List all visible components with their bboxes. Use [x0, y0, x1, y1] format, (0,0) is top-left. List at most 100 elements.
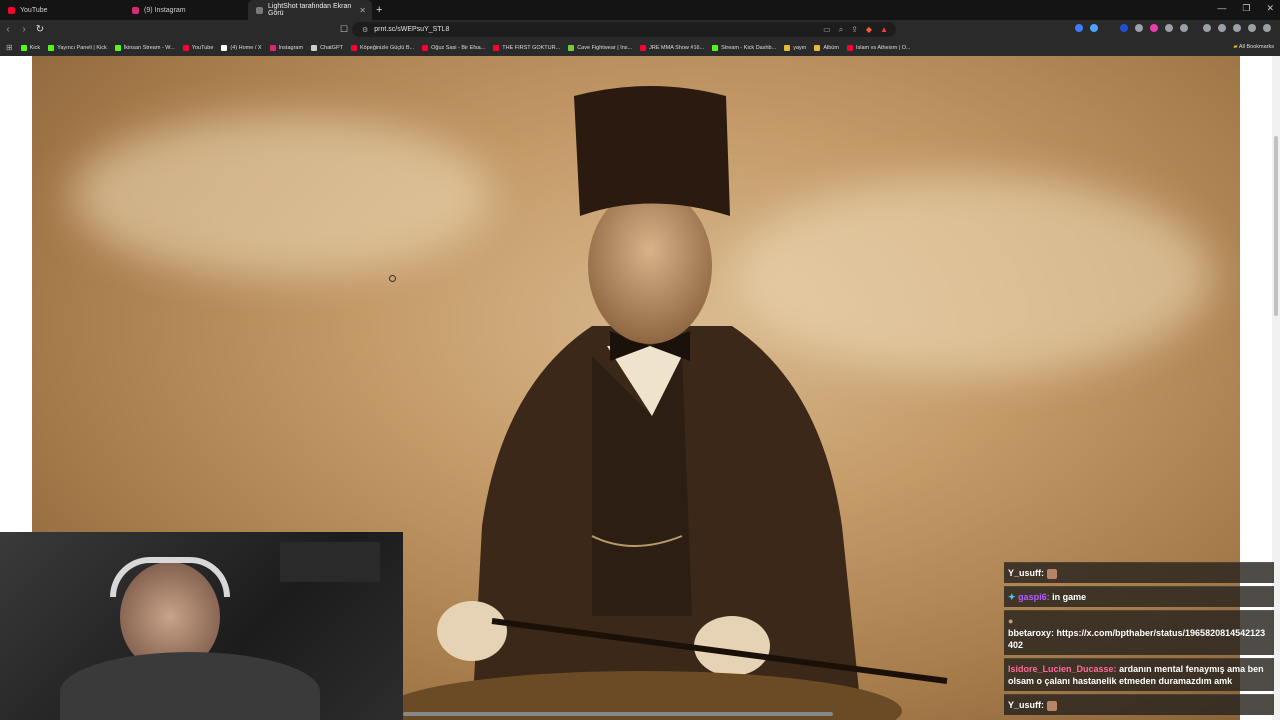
badge-icon: ✦ — [1008, 592, 1016, 602]
share-icon[interactable]: ⇪ — [851, 25, 858, 35]
zoom-icon[interactable]: ⌕ — [839, 25, 843, 35]
extension-icon[interactable] — [1105, 24, 1113, 32]
emote-icon — [1046, 700, 1057, 711]
window-controls: — ❐ ✕ — [1217, 3, 1274, 14]
omnibox-actions: ▭ ⌕ ⇪ ◆ ▲ — [823, 25, 888, 35]
scrollbar-thumb[interactable] — [1274, 136, 1278, 316]
all-bookmarks-button[interactable]: ▰ All Bookmarks — [1233, 44, 1274, 50]
youtube-icon — [182, 44, 189, 51]
bookmark-item[interactable]: Köpeğinizle Güçlü B... — [351, 44, 414, 51]
chat-username: bbetaroxy: — [1008, 628, 1055, 638]
bookmark-item[interactable]: Oğuz Sasi - Bir Efsa... — [422, 44, 485, 51]
chat-overlay: Y_usuff: ✦ gaspi6: in game ● bbetaroxy: … — [1004, 562, 1274, 715]
bookmark-folder[interactable]: yayın — [784, 44, 806, 51]
extensions-area — [1075, 24, 1271, 32]
site-info-icon[interactable]: ⚙ — [362, 26, 368, 34]
site-icon — [568, 44, 575, 51]
folder-icon — [784, 44, 791, 51]
headphones-icon — [110, 557, 230, 597]
chat-message: Isidore_Lucien_Ducasse: ardanın mental f… — [1004, 658, 1274, 691]
youtube-icon — [422, 44, 429, 51]
extension-icon[interactable] — [1090, 24, 1098, 32]
bookmark-item[interactable]: İkinsan Stream - W... — [114, 44, 175, 51]
restore-button[interactable]: ❐ — [1242, 3, 1250, 14]
tab-instagram[interactable]: (9) Instagram — [124, 0, 248, 20]
youtube-icon — [640, 44, 647, 51]
chat-username: Y_usuff: — [1008, 700, 1044, 710]
chat-message: ● bbetaroxy: https://x.com/bpthaber/stat… — [1004, 610, 1274, 655]
youtube-icon — [351, 44, 357, 51]
close-window-button[interactable]: ✕ — [1266, 3, 1274, 14]
tab-lightshot[interactable]: LightShot tarafından Ekran Görü ✕ — [248, 0, 372, 20]
tab-youtube[interactable]: YouTube — [0, 0, 124, 20]
youtube-icon — [8, 6, 15, 14]
bookmark-folder[interactable]: Albüm — [814, 44, 839, 51]
youtube-icon — [846, 44, 853, 51]
x-icon — [221, 44, 228, 51]
instagram-icon — [269, 44, 276, 51]
chat-username: gaspi6: — [1018, 592, 1050, 602]
youtube-icon — [493, 44, 500, 51]
extension-icon[interactable] — [1135, 24, 1143, 32]
kick-icon — [114, 44, 121, 51]
tab-label: YouTube — [20, 6, 48, 14]
address-url: prnt.sc/sWEPsuY_STL8 — [374, 26, 450, 33]
browser-toolbar: ‹ › ↻ ☐ ⚙ prnt.sc/sWEPsuY_STL8 ▭ ⌕ ⇪ ◆ ▲ — [0, 20, 1280, 39]
chat-username: Isidore_Lucien_Ducasse: — [1008, 664, 1117, 674]
cast-icon[interactable]: ▭ — [823, 25, 831, 35]
chat-message: Y_usuff: — [1004, 694, 1274, 715]
minimize-button[interactable]: — — [1217, 3, 1226, 14]
bookmark-item[interactable]: Yayıncı Paneli | Kick — [48, 44, 107, 51]
bookmark-item[interactable]: Islam vs Atheism | O... — [846, 44, 911, 51]
bookmark-item[interactable]: Instagram — [269, 44, 303, 51]
bookmark-item[interactable]: Cave Fightwear | Ins... — [568, 44, 632, 51]
instagram-icon — [132, 6, 139, 14]
address-bar[interactable]: ⚙ prnt.sc/sWEPsuY_STL8 ▭ ⌕ ⇪ ◆ ▲ — [352, 22, 896, 37]
horizontal-scrollbar[interactable] — [403, 712, 833, 716]
webcam-overlay — [0, 532, 403, 720]
menu-icon[interactable] — [1263, 24, 1271, 32]
new-tab-button[interactable]: + — [376, 4, 382, 16]
wallet-icon[interactable] — [1180, 24, 1188, 32]
folder-icon — [814, 44, 821, 51]
lightshot-icon — [256, 6, 263, 14]
extension-icon[interactable] — [1150, 24, 1158, 32]
chatgpt-icon — [311, 44, 318, 51]
close-tab-icon[interactable]: ✕ — [359, 6, 366, 15]
bookmark-star-icon[interactable]: ☐ — [336, 24, 352, 35]
bookmark-item[interactable]: YouTube — [182, 44, 213, 51]
bookmark-item[interactable]: THE FIRST GOKTUR... — [493, 44, 560, 51]
extension-icon[interactable] — [1075, 24, 1083, 32]
kick-icon — [48, 44, 55, 51]
back-button[interactable]: ‹ — [0, 24, 16, 35]
streamer-body — [60, 652, 320, 720]
bookmark-item[interactable]: ChatGPT — [311, 44, 343, 51]
bookmark-item[interactable]: Kick — [20, 44, 40, 51]
vpn-icon[interactable] — [1218, 24, 1226, 32]
apps-grid-icon[interactable]: ⊞ — [6, 43, 13, 52]
chat-message: ✦ gaspi6: in game — [1004, 586, 1274, 607]
reload-button[interactable]: ↻ — [32, 24, 48, 35]
rewards-icon[interactable]: ▲ — [880, 25, 888, 35]
chat-text: in game — [1052, 592, 1087, 602]
emote-icon — [1046, 568, 1057, 579]
extension-icon[interactable] — [1120, 24, 1128, 32]
forward-button[interactable]: › — [16, 24, 32, 35]
sidebar-icon[interactable] — [1203, 24, 1211, 32]
zoom-cursor-icon — [389, 275, 396, 282]
chat-username: Y_usuff: — [1008, 568, 1044, 578]
bookmark-item[interactable]: (4) Home / X — [221, 44, 262, 51]
shield-icon[interactable] — [1248, 24, 1256, 32]
bookmarks-bar: ⊞ Kick Yayıncı Paneli | Kick İkinsan Str… — [0, 39, 1280, 56]
room-background — [280, 542, 380, 582]
bookmark-item[interactable]: Stream - Kick Dashb... — [712, 44, 776, 51]
bookmark-item[interactable]: JRE MMA Show #16... — [640, 44, 704, 51]
folder-icon: ▰ — [1233, 44, 1238, 50]
leo-icon[interactable] — [1233, 24, 1241, 32]
tab-label: (9) Instagram — [144, 6, 186, 14]
kick-icon — [20, 44, 27, 51]
kick-icon — [712, 44, 719, 51]
tab-strip: YouTube (9) Instagram LightShot tarafınd… — [0, 0, 1280, 20]
brave-shield-icon[interactable]: ◆ — [866, 25, 872, 35]
puzzle-icon[interactable] — [1165, 24, 1173, 32]
